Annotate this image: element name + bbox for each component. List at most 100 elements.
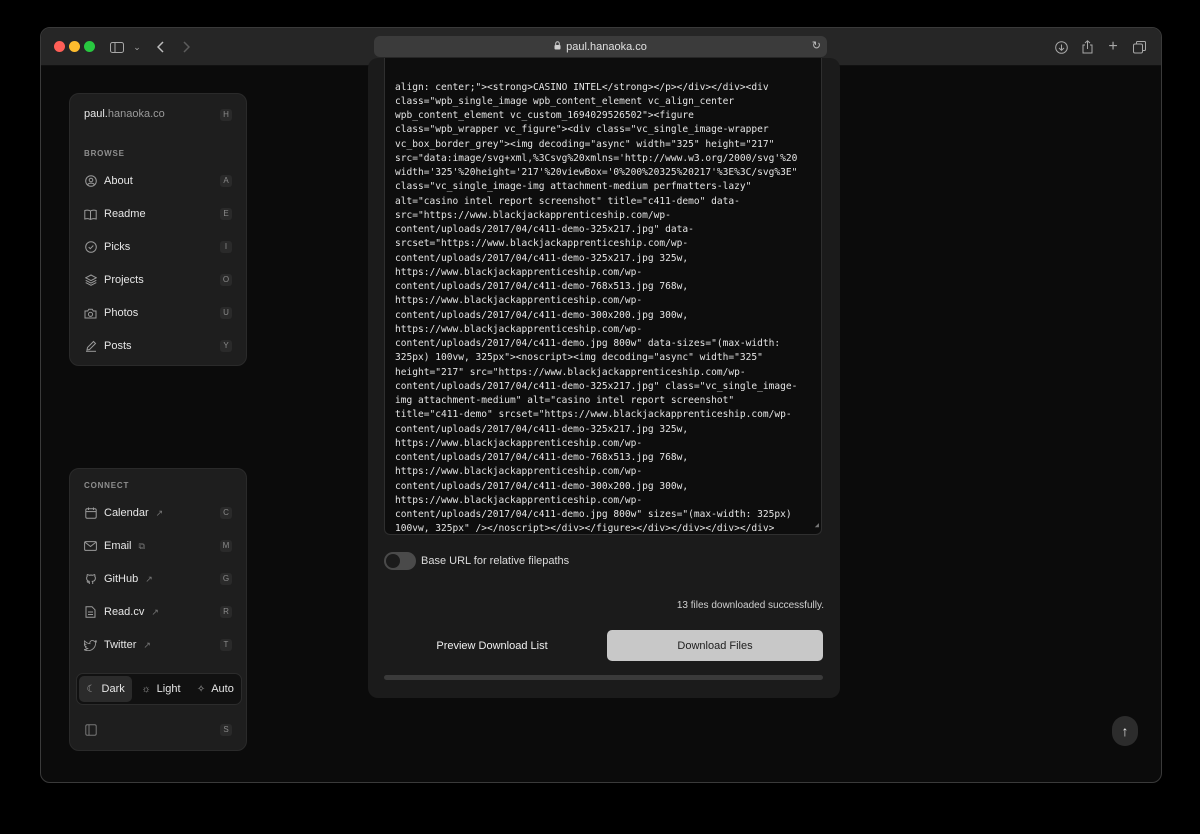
collapse-sidebar-button[interactable]: S (78, 717, 238, 743)
close-window-button[interactable] (54, 41, 65, 52)
theme-dark-option[interactable]: ☾ Dark (79, 676, 133, 702)
connect-section-label: CONNECT (84, 481, 130, 490)
brand-name: paul. (84, 108, 108, 120)
scroll-to-top-button[interactable]: ↑ (1112, 716, 1138, 746)
tabs-icon[interactable] (1129, 37, 1149, 57)
github-icon (84, 573, 97, 586)
chevron-down-icon[interactable]: ⌄ (127, 37, 147, 57)
sidebar-item-label: GitHub (104, 573, 139, 585)
sidebar-item-label: Projects (104, 274, 144, 286)
browse-section-label: BROWSE (84, 149, 125, 158)
sidebar-item-twitter[interactable]: Twitter ↗ T (78, 632, 238, 658)
download-progress-bar (384, 675, 823, 680)
user-circle-icon (84, 175, 97, 188)
copy-icon: ⧉ (138, 540, 145, 551)
url-text: paul.hanaoka.co (566, 40, 647, 53)
code-line: content/uploads/2017/04/c411-demo-325x21… (395, 423, 689, 435)
code-line: content/uploads/2017/04/c411-demo-300x20… (395, 480, 689, 492)
theme-auto-option[interactable]: ✧ Auto (190, 676, 241, 702)
sidebar-item-projects[interactable]: Projects O (78, 267, 238, 293)
code-line: content/uploads/2017/04/c411-demo-325x21… (395, 224, 694, 235)
code-line: content/uploads/2017/04/c411-demo-325x21… (395, 252, 689, 264)
sidebar-item-email[interactable]: Email ⧉ M (78, 533, 238, 559)
shortcut-key: S (220, 724, 232, 736)
code-line: content/uploads/2017/04/c411-demo.jpg 80… (395, 338, 781, 349)
brand-domain: hanaoka.co (107, 108, 165, 120)
document-icon (84, 606, 97, 619)
shortcut-key: T (220, 639, 232, 651)
share-icon[interactable] (1077, 37, 1097, 57)
code-line: https://www.blackjackapprenticeship.com/… (395, 466, 643, 478)
code-line: vc_box_border_grey"><img decoding="async… (395, 138, 775, 150)
code-line: src="https://www.blackjackapprenticeship… (395, 209, 671, 221)
browser-window: ⌄ paul.hanaoka.co ↻ + paul.hanaoka.co H … (40, 27, 1162, 783)
arrow-up-icon: ↑ (1121, 723, 1129, 739)
theme-option-label: Dark (101, 683, 125, 695)
sidebar-item-label: Read.cv (104, 606, 145, 618)
sidebar-item-about[interactable]: About A (78, 168, 238, 194)
code-line: content/uploads/2017/04/c411-demo-768x51… (395, 281, 689, 292)
sidebar-item-label: Calendar (104, 507, 149, 519)
site-brand[interactable]: paul.hanaoka.co (84, 108, 165, 120)
back-arrow-icon[interactable] (151, 37, 171, 57)
mail-icon (84, 540, 97, 553)
theme-option-label: Auto (211, 683, 234, 695)
sidebar-item-github[interactable]: GitHub ↗ G (78, 566, 238, 592)
forward-arrow-icon[interactable] (176, 37, 196, 57)
twitter-icon (84, 639, 97, 652)
shortcut-key: O (220, 274, 232, 286)
sidebar-icon[interactable] (107, 37, 127, 57)
code-line: height="217" src="https://www.blackjacka… (395, 366, 746, 378)
magic-wand-icon: ✧ (196, 683, 206, 695)
shortcut-key: E (220, 208, 232, 220)
code-line: https://www.blackjackapprenticeship.com/… (395, 437, 643, 449)
sidebar-item-calendar[interactable]: Calendar ↗ C (78, 500, 238, 526)
browse-panel: paul.hanaoka.co H BROWSE About A Readme … (69, 93, 247, 366)
code-line: srcset="https://www.blackjackapprentices… (395, 238, 689, 250)
base-url-toggle[interactable] (384, 552, 416, 570)
download-status-text: 13 files downloaded successfully. (676, 600, 824, 611)
address-bar[interactable]: paul.hanaoka.co ↻ (374, 36, 827, 57)
shortcut-key: G (220, 573, 232, 585)
sidebar-collapse-icon (84, 724, 97, 737)
code-line: src="data:image/svg+xml,%3Csvg%20xmlns='… (395, 152, 798, 164)
sidebar-item-label: Readme (104, 208, 146, 220)
download-icon[interactable] (1051, 37, 1071, 57)
maximize-window-button[interactable] (84, 41, 95, 52)
sidebar-item-label: Photos (104, 307, 139, 319)
pencil-icon (84, 340, 97, 353)
book-icon (84, 208, 97, 221)
sidebar-item-readcv[interactable]: Read.cv ↗ R (78, 599, 238, 625)
shortcut-key: C (220, 507, 232, 519)
code-line: class="vc_single_image-img attachment-me… (395, 181, 752, 193)
code-line: wpb_content_element vc_custom_1694029526… (395, 110, 694, 121)
sidebar-item-label: About (104, 175, 133, 187)
sidebar-item-picks[interactable]: Picks I (78, 234, 238, 260)
brand-shortcut-key: H (220, 109, 232, 121)
theme-switcher: ☾ Dark ☼ Light ✧ Auto (76, 673, 242, 705)
code-line: https://www.blackjackapprenticeship.com/… (395, 266, 643, 278)
external-link-icon: ↗ (145, 573, 153, 584)
minimize-window-button[interactable] (69, 41, 80, 52)
resize-handle-icon[interactable]: ◢ (815, 518, 819, 532)
base-url-toggle-label: Base URL for relative filepaths (421, 555, 570, 567)
sidebar-item-photos[interactable]: Photos U (78, 300, 238, 326)
reload-icon[interactable]: ↻ (812, 39, 821, 52)
lock-icon (554, 41, 561, 52)
theme-option-label: Light (156, 683, 181, 695)
preview-download-list-button[interactable]: Preview Download List (384, 630, 600, 661)
sidebar-item-readme[interactable]: Readme E (78, 201, 238, 227)
plus-icon[interactable]: + (1103, 37, 1123, 57)
moon-icon: ☾ (86, 683, 96, 695)
html-source-textarea[interactable]: align: center;"><strong>CASINO INTEL</st… (384, 58, 822, 535)
connect-panel: CONNECT Calendar ↗ C Email ⧉ M GitHub ↗ … (69, 468, 247, 751)
code-line: https://www.blackjackapprenticeship.com/… (395, 323, 643, 335)
download-files-button[interactable]: Download Files (607, 630, 823, 661)
code-line: class="wpb_wrapper vc_figure"><div class… (395, 124, 769, 136)
code-line: title="c411-demo" srcset="https://www.bl… (395, 409, 792, 421)
shortcut-key: U (220, 307, 232, 319)
sidebar-item-posts[interactable]: Posts Y (78, 333, 238, 359)
theme-light-option[interactable]: ☼ Light (134, 676, 187, 702)
sidebar-item-label: Posts (104, 340, 132, 352)
code-line: alt="casino intel report screenshot" tit… (395, 195, 740, 207)
